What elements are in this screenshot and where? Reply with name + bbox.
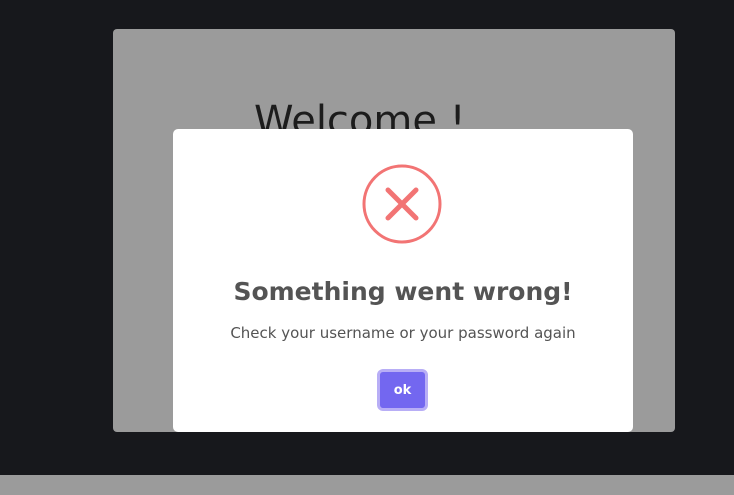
dialog-message: Check your username or your password aga… xyxy=(230,324,576,342)
ok-button[interactable]: ok xyxy=(377,369,428,411)
bottom-bar xyxy=(0,475,734,495)
error-x-icon xyxy=(362,164,442,244)
error-dialog: Something went wrong! Check your usernam… xyxy=(173,129,633,432)
dialog-title: Something went wrong! xyxy=(233,277,573,306)
